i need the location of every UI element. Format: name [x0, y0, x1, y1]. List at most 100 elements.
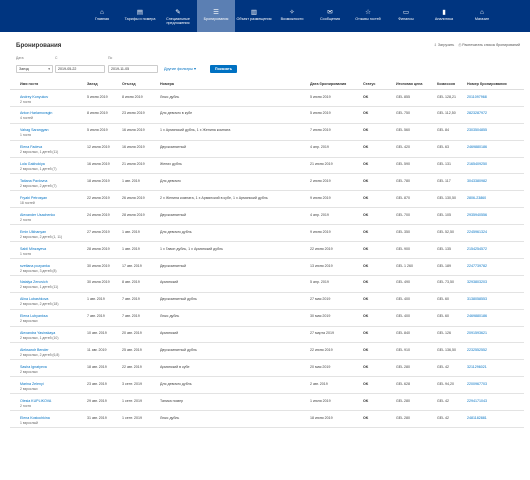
check-out-date: 1 авг. 2019 [122, 246, 140, 251]
nav-items: ⌂ Главная ▤ Тарифы и номера ✎ Специальные пре… [83, 0, 501, 32]
booking-date: 9 июня 2019 [310, 195, 331, 200]
nav-item-3[interactable]: ☰ Бронирования [197, 0, 235, 32]
money-icon: ▭ [402, 9, 410, 16]
guest-name-link[interactable]: Lola Gakhokiya [20, 162, 45, 166]
download-button[interactable]: ⇩ Загрузить [434, 43, 454, 47]
guest-name-link[interactable]: Tatiana Pavlovna [20, 179, 47, 183]
room-type: 1 x Гавон дубль, 1 x Армянский дубль [160, 246, 223, 251]
check-in-date: 16 июля 2019 [87, 162, 110, 167]
room-type: Для девочек в кубе [160, 111, 193, 116]
booking-number-link[interactable]: 2469880186 [467, 145, 487, 149]
check-out-date: 23 июня 2019 [122, 111, 145, 116]
guest-name-link[interactable]: svetlana pozyanka [20, 264, 50, 268]
column-header: Имя гостя [20, 82, 39, 86]
booking-number-link[interactable]: 2823287972 [467, 111, 487, 115]
nav-item-6[interactable]: ✉ Сообщения [311, 0, 349, 32]
booking-date: 4 апр. 2019 [310, 212, 329, 217]
booking-number-link[interactable]: 3138058553 [467, 297, 487, 301]
nav-item-7[interactable]: ☆ Отзывы гостей [349, 0, 387, 32]
guest-name-link[interactable]: Elena Fadeva [20, 145, 42, 149]
booking-number-link[interactable]: 2294171043 [467, 399, 487, 403]
guest-count: 2 взрослых, 1 детей (11) [20, 285, 59, 290]
date-to-input[interactable]: 2019-11-05 [108, 64, 158, 73]
print-button[interactable]: ⎙ Распечатать список бронирований [458, 43, 520, 47]
booking-number-link[interactable]: 2232552552 [467, 348, 487, 352]
table-row: Elena Kostochkina 31 авг. 2019 1 сент. 201… [10, 411, 524, 428]
guest-name-link[interactable]: Elena Kostochkina [20, 416, 50, 420]
total-price: GEL 420 [396, 145, 411, 150]
guest-count: 2 взрослых, 2 детей (7) [20, 184, 57, 188]
tag-icon: ▤ [136, 9, 144, 16]
guest-count: 2 гостя [20, 217, 31, 222]
guest-count: 2 взрослых [20, 369, 38, 374]
nav-item-label: Отзывы гостей [355, 17, 381, 21]
column-header: Комиссия [437, 82, 455, 86]
booking-number-link[interactable]: 2200967703 [467, 382, 487, 386]
guest-name-link[interactable]: Anton Harlamovsgin [20, 111, 52, 115]
lightbulb-icon: ✧ [289, 9, 295, 16]
status-badge: OK [363, 179, 369, 183]
status-badge: OK [363, 263, 369, 268]
nav-item-0[interactable]: ⌂ Главная [83, 0, 121, 32]
booking-number-link[interactable]: 2469880186 [467, 314, 487, 318]
table-row: Emin Ulkhanyan 27 июля 2019 1 авг. 2019 Для… [10, 225, 524, 243]
guest-name-link[interactable]: Marina Zelenyi [20, 382, 44, 386]
booking-number-link[interactable]: 2806-23860 [467, 196, 486, 200]
table-row: Alexandra Yasinskaya 10 авг. 2019 20 авг. … [10, 327, 524, 344]
check-out-date: 21 июля 2019 [122, 162, 145, 167]
guest-name-link[interactable]: Alexandra Yasinskaya [20, 331, 55, 335]
booking-number-link[interactable]: 2091593621 [467, 331, 487, 335]
guest-name-link[interactable]: Alina Lubashkova [20, 297, 48, 301]
show-button[interactable]: Показать [210, 64, 237, 73]
guest-name-link[interactable]: Natalya Zenovich [20, 280, 48, 284]
booking-number-link[interactable]: 2935940556 [467, 213, 487, 217]
booking-number-link[interactable]: 3043380982 [467, 179, 487, 183]
guest-name-link[interactable]: Sasha Ignatyeva [20, 365, 47, 369]
date-from-input[interactable]: 2019-05-22 [55, 64, 105, 73]
guest-name-link[interactable]: Aleksandr Bender [20, 348, 49, 352]
total-price: GEL 590 [396, 162, 411, 167]
booking-number-link[interactable]: 2165409250 [467, 162, 487, 166]
date-type-select[interactable]: Заезд ▾ [16, 64, 53, 73]
booking-date: 5 июня 2019 [310, 94, 331, 99]
commission: GEL 84 [437, 128, 450, 133]
booking-number-link[interactable]: 2154254572 [467, 247, 487, 251]
nav-item-8[interactable]: ▭ Финансы [387, 0, 425, 32]
booking-date: 5 июня 2019 [310, 111, 331, 116]
guest-count: 2 гостя [20, 403, 31, 408]
nav-item-1[interactable]: ▤ Тарифы и номера [121, 0, 159, 32]
table-row: Anton Harlamovsgin 8 июня 2019 23 июня 201… [10, 107, 524, 124]
column-header[interactable]: Статус [363, 82, 375, 86]
table-row: Olesia KUPLIKOVA 29 авг. 2019 1 сент. 2019… [10, 394, 524, 412]
guest-name-link[interactable]: Elena Lubyanksa [20, 314, 48, 318]
booking-number-link[interactable]: 3211296021 [467, 365, 487, 369]
commission: GEL 105 [437, 212, 452, 217]
booking-number-link[interactable]: 2481182881 [467, 416, 487, 420]
guest-name-link[interactable]: Olesia KUPLIKOVA [20, 399, 51, 403]
guest-name-link[interactable]: Alexander Usachenko [20, 213, 55, 217]
from-label: С [55, 56, 58, 60]
guest-name-link[interactable]: Emin Ulkhanyan [20, 230, 46, 234]
booking-number-link[interactable]: 2303504855 [467, 128, 487, 132]
nav-item-2[interactable]: ✎ Специальные предложения [159, 0, 197, 32]
booking-date: 18 июня 2019 [310, 415, 333, 420]
nav-item-9[interactable]: ▮ Аналитика [425, 0, 463, 32]
booking-number-link[interactable]: 3293803203 [467, 280, 487, 284]
nav-item-10[interactable]: ⌂ Магазин [463, 0, 501, 32]
nav-item-4[interactable]: ▥ Объект размещения [235, 0, 273, 32]
guest-name-link[interactable]: Fryabi Petrosyan [20, 196, 47, 200]
status-badge: OK [363, 297, 369, 302]
commission: GEL 130,50 [437, 195, 457, 200]
booking-number-link[interactable]: 2245961324 [467, 230, 487, 234]
guest-count: 1 взрослый [20, 420, 38, 425]
guest-name-link[interactable]: Sabil Minzayeva [20, 247, 46, 251]
guest-name-link[interactable]: Andrey Konyukov [20, 95, 48, 99]
booking-number-link[interactable]: 2247739782 [467, 264, 487, 268]
total-price: GEL 490 [396, 280, 411, 285]
table-row: Andrey Konyukov 5 июня 2019 8 июня 2019 Люк… [10, 90, 524, 107]
guest-name-link[interactable]: Vahag Sarangyan [20, 128, 49, 132]
check-in-date: 18 авг. 2019 [87, 364, 107, 369]
booking-number-link[interactable]: 2011097968 [467, 95, 487, 99]
more-filters-link[interactable]: Другие фильтры ▾ [164, 66, 196, 71]
nav-item-5[interactable]: ✧ Возможности [273, 0, 311, 32]
